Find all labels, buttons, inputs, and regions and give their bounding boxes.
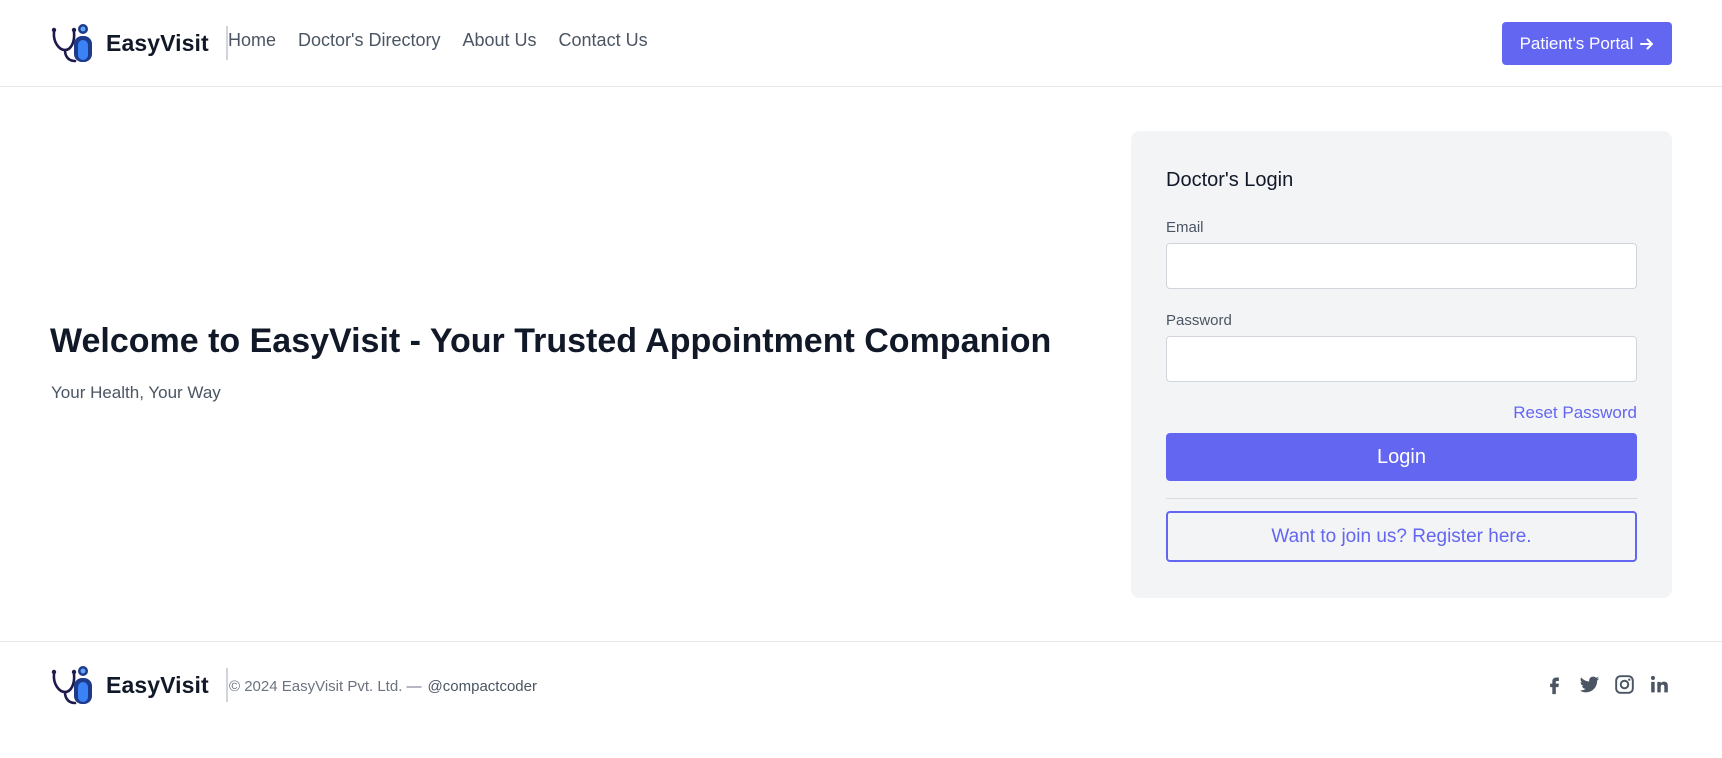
brand[interactable]: EasyVisit: [50, 22, 228, 64]
nav-item-contact-us[interactable]: Contact Us: [559, 30, 648, 51]
copyright-text: © 2024 EasyVisit Pvt. Ltd. — @compactcode…: [229, 678, 537, 695]
stethoscope-logo-icon: [51, 24, 92, 63]
twitter-icon[interactable]: [1579, 674, 1600, 695]
doctor-login-card: Doctor's Login Email Password Reset Pass…: [1131, 131, 1672, 598]
copyright-label: © 2024 EasyVisit Pvt. Ltd. —: [229, 678, 422, 695]
main-nav: Home Doctor's Directory About Us Contact…: [228, 30, 648, 51]
brand-name: EasyVisit: [106, 29, 209, 56]
password-label: Password: [1166, 312, 1232, 329]
stethoscope-logo-icon: [51, 666, 92, 705]
arrow-right-icon: [1640, 38, 1654, 49]
footer: EasyVisit © 2024 EasyVisit Pvt. Ltd. — @c…: [0, 641, 1722, 758]
email-field[interactable]: [1166, 243, 1637, 289]
hero-subtitle: Your Health, Your Way: [51, 383, 221, 402]
social-links: [1544, 674, 1670, 695]
hero-title: Welcome to EasyVisit - Your Trusted Appo…: [50, 322, 1052, 360]
footer-brand-name: EasyVisit: [106, 671, 209, 698]
top-navbar: EasyVisit Home Doctor's Directory About …: [0, 0, 1722, 87]
footer-brand[interactable]: EasyVisit: [50, 664, 228, 706]
footer-brand-divider: [225, 668, 228, 702]
patients-portal-label: Patient's Portal: [1519, 33, 1634, 53]
author-handle-link[interactable]: @compactcoder: [428, 678, 537, 695]
email-label: Email: [1166, 219, 1204, 236]
nav-item-doctors-directory[interactable]: Doctor's Directory: [298, 30, 440, 51]
password-field[interactable]: [1166, 336, 1637, 382]
card-divider: [1166, 498, 1637, 499]
register-button[interactable]: Want to join us? Register here.: [1166, 511, 1637, 562]
nav-item-about-us[interactable]: About Us: [462, 30, 536, 51]
facebook-icon[interactable]: [1544, 674, 1565, 695]
login-card-title: Doctor's Login: [1166, 169, 1294, 191]
patients-portal-button[interactable]: Patient's Portal: [1502, 22, 1672, 65]
instagram-icon[interactable]: [1614, 674, 1635, 695]
reset-password-link[interactable]: Reset Password: [1513, 403, 1637, 423]
nav-item-home[interactable]: Home: [228, 30, 276, 51]
login-button[interactable]: Login: [1166, 433, 1637, 481]
linkedin-icon[interactable]: [1649, 674, 1670, 695]
